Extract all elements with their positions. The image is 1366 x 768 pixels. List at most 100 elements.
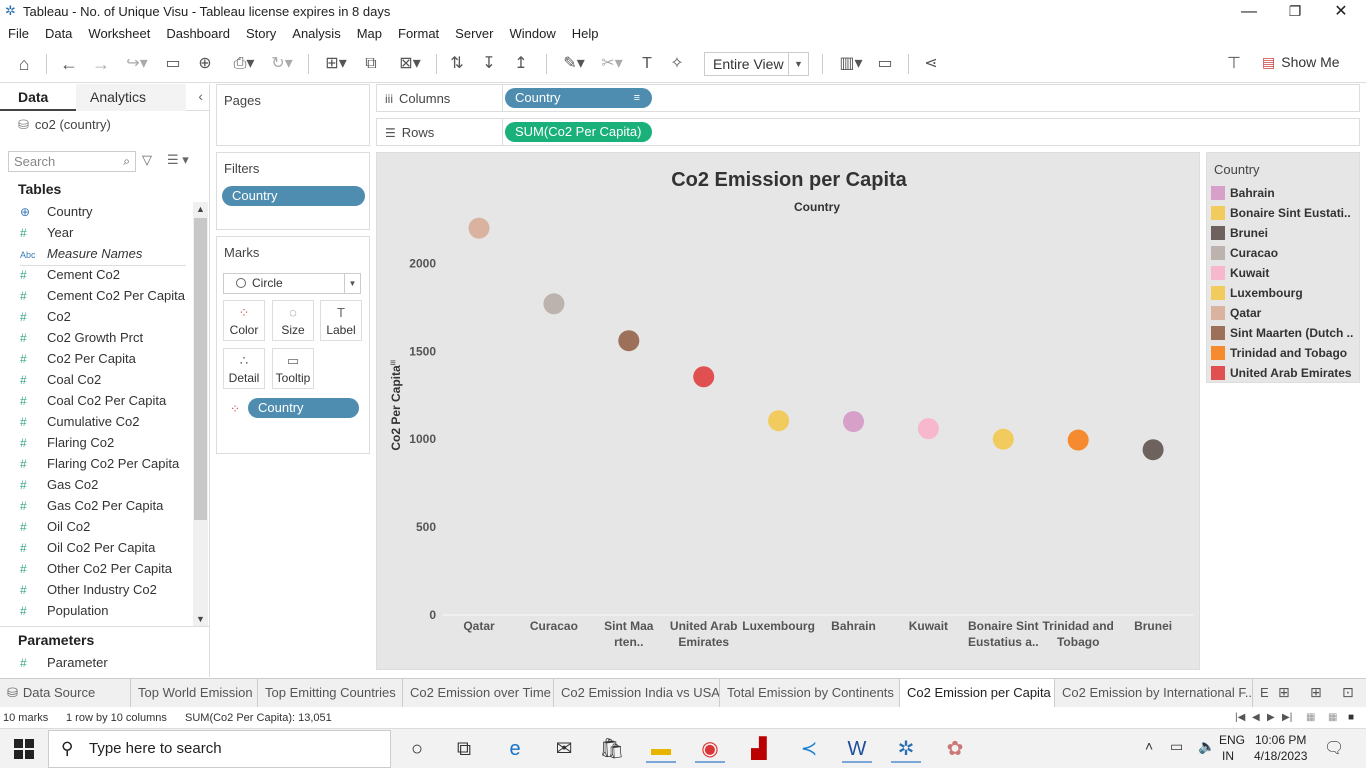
tab-co2-emission-per-capita[interactable]: Co2 Emission per Capita — [900, 679, 1055, 707]
field-oil-co2-per-capita[interactable]: # Oil Co2 Per Capita — [0, 537, 192, 558]
field-oil-co2[interactable]: # Oil Co2 — [0, 516, 192, 537]
restore-button[interactable]: ❐ — [1272, 0, 1318, 23]
field-list-scrollbar[interactable]: ▲ ▼ — [193, 202, 208, 626]
refresh-icon[interactable]: ↻▾ — [265, 53, 299, 75]
label-button[interactable]: T Label — [320, 300, 362, 341]
close-button[interactable]: ✕ — [1318, 0, 1364, 23]
chrome-icon[interactable]: ◉ — [695, 735, 725, 763]
legend-item-trinidad[interactable]: Trinidad and Tobago — [1211, 343, 1359, 363]
redo-icon[interactable]: → — [90, 53, 112, 75]
scroll-down-icon[interactable]: ▼ — [193, 612, 208, 626]
paint-icon[interactable]: ✿ — [940, 735, 970, 763]
field-co2-per-capita[interactable]: # Co2 Per Capita — [0, 348, 192, 369]
highlight-icon[interactable]: ✎▾ — [557, 53, 591, 75]
fix-axes-icon[interactable]: ✧ — [666, 53, 688, 75]
last-sheet-icon[interactable]: ▶| — [1282, 712, 1292, 723]
sort-descending-icon[interactable]: ↥ — [510, 53, 532, 75]
tab-data-source[interactable]: ⛁ Data Source — [0, 679, 131, 707]
mail-icon[interactable]: ✉ — [549, 735, 579, 763]
field-population[interactable]: # Population — [0, 600, 192, 621]
columns-pill-country[interactable]: Country ≡ — [505, 88, 652, 108]
menu-server[interactable]: Server — [447, 23, 501, 45]
collapse-pane-icon[interactable]: ‹ — [198, 88, 203, 104]
data-point[interactable] — [693, 366, 715, 388]
field-country[interactable]: ⊕ Country — [0, 201, 192, 222]
field-other-co2-per-capita[interactable]: # Other Co2 Per Capita — [0, 558, 192, 579]
notifications-icon[interactable]: 🗨 — [1324, 738, 1344, 758]
duplicate-sheet-icon[interactable]: ⧉ — [360, 53, 382, 75]
field-flaring-co2[interactable]: # Flaring Co2 — [0, 432, 192, 453]
minimize-button[interactable]: — — [1226, 0, 1272, 23]
field-cumulative-co2[interactable]: # Cumulative Co2 — [0, 411, 192, 432]
menu-file[interactable]: File — [0, 23, 37, 45]
marks-pill-country[interactable]: Country — [248, 398, 359, 418]
menu-story[interactable]: Story — [238, 23, 284, 45]
new-worksheet-icon[interactable]: ⊞ — [1278, 684, 1290, 701]
menu-dashboard[interactable]: Dashboard — [158, 23, 238, 45]
field-co2-growth-prct[interactable]: # Co2 Growth Prct — [0, 327, 192, 348]
tab-top-emitting-countries[interactable]: Top Emitting Countries — [258, 679, 403, 707]
acrobat-icon[interactable]: ▟ — [744, 735, 774, 763]
field-gas-co2[interactable]: # Gas Co2 — [0, 474, 192, 495]
scatter-chart[interactable]: Co2 Emission per Capita Country Co2 Per … — [377, 153, 1199, 669]
tableau-taskbar-icon[interactable]: ✲ — [891, 735, 921, 763]
filter-icon[interactable]: ▽ — [142, 152, 152, 168]
pause-updates-icon[interactable]: ⎙▾ — [226, 53, 262, 75]
group-members-icon[interactable]: ✂▾ — [595, 53, 629, 75]
taskbar-search-input[interactable]: ⚲ Type here to search — [48, 730, 391, 768]
view-options-icon[interactable]: ☰ ▾ — [167, 152, 189, 168]
share-icon[interactable]: ⋖ — [920, 53, 942, 75]
chevron-up-icon[interactable]: ˄ — [1145, 738, 1153, 754]
chart-area[interactable]: Co2 Emission per Capita Country Co2 Per … — [376, 152, 1200, 670]
legend-item-curacao[interactable]: Curacao — [1211, 243, 1359, 263]
field-coal-co2[interactable]: # Coal Co2 — [0, 369, 192, 390]
menu-help[interactable]: Help — [564, 23, 607, 45]
tooltip-button[interactable]: ▭ Tooltip — [272, 348, 314, 389]
sorter-icon[interactable]: ▦ — [1328, 712, 1337, 723]
mark-type-dropdown[interactable]: Circle ▼ — [223, 273, 361, 294]
save-icon[interactable]: ▭ — [162, 53, 184, 75]
menu-worksheet[interactable]: Worksheet — [80, 23, 158, 45]
task-view-icon[interactable]: ⧉ — [449, 735, 479, 763]
clear-sheet-icon[interactable]: ⊠▾ — [392, 53, 428, 75]
edge-icon[interactable]: e — [500, 735, 530, 763]
field-gas-co2-per-capita[interactable]: # Gas Co2 Per Capita — [0, 495, 192, 516]
data-point[interactable] — [543, 293, 565, 315]
filmstrip-icon[interactable]: ▦ — [1306, 712, 1315, 723]
new-worksheet-icon[interactable]: ⊞▾ — [318, 53, 354, 75]
show-mark-labels-icon[interactable]: T — [636, 53, 658, 75]
data-point[interactable] — [468, 217, 490, 239]
sort-icon[interactable]: ≡ — [390, 358, 396, 369]
rows-pill-co2-per-capita[interactable]: SUM(Co2 Per Capita) — [505, 122, 652, 142]
size-button[interactable]: ◌ Size — [272, 300, 314, 341]
next-sheet-icon[interactable]: ▶ — [1267, 712, 1275, 723]
tab-analytics[interactable]: Analytics — [76, 84, 186, 111]
detail-button[interactable]: ∴ Detail — [223, 348, 265, 389]
presentation-mode-icon[interactable]: ▭ — [874, 53, 896, 75]
data-point[interactable] — [1067, 429, 1089, 451]
field-flaring-co2-per-capita[interactable]: # Flaring Co2 Per Capita — [0, 453, 192, 474]
tab-co2-emission-over-time[interactable]: Co2 Emission over Time — [403, 679, 554, 707]
field-parameter[interactable]: # Parameter — [0, 652, 190, 673]
field-search-input[interactable]: Search ⌕ — [8, 151, 136, 172]
file-explorer-icon[interactable]: ▬ — [646, 735, 676, 763]
color-button[interactable]: ⁘ Color — [223, 300, 265, 341]
format-painter-icon[interactable]: ⊤ — [1222, 53, 1246, 75]
show-me-button[interactable]: ▤ Show Me — [1262, 54, 1340, 71]
prev-sheet-icon[interactable]: ◀ — [1252, 712, 1260, 723]
legend-item-qatar[interactable]: Qatar — [1211, 303, 1359, 323]
store-icon[interactable]: 🛍 — [597, 735, 627, 763]
vscode-icon[interactable]: ≺ — [794, 735, 824, 763]
show-cards-icon[interactable]: ▥▾ — [834, 53, 868, 75]
menu-window[interactable]: Window — [501, 23, 563, 45]
scrollbar-thumb[interactable] — [194, 218, 207, 520]
menu-analysis[interactable]: Analysis — [284, 23, 348, 45]
tabs-view-icon[interactable]: ■ — [1348, 712, 1354, 723]
legend-item-sint-maarten[interactable]: Sint Maarten (Dutch .. — [1211, 323, 1359, 343]
datasource-item[interactable]: ⛁ co2 (country) — [18, 117, 111, 133]
field-year[interactable]: # Year — [0, 222, 192, 243]
field-co2[interactable]: # Co2 — [0, 306, 192, 327]
tab-co2-india-vs-usa[interactable]: Co2 Emission India vs USA — [554, 679, 720, 707]
pages-card[interactable]: Pages — [216, 84, 370, 146]
tab-data[interactable]: Data — [0, 84, 76, 111]
